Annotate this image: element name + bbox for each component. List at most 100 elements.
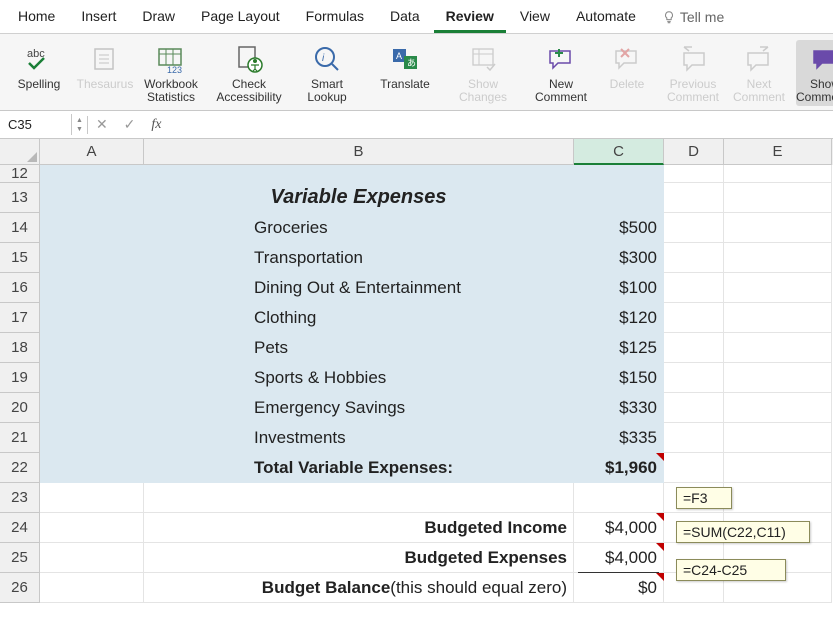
expense-label[interactable]: Clothing — [144, 303, 574, 333]
expense-label[interactable]: Sports & Hobbies — [144, 363, 574, 393]
spelling-button[interactable]: abc Spelling — [10, 40, 68, 93]
smart-lookup-button[interactable]: i Smart Lookup — [298, 40, 356, 106]
next-comment-button: Next Comment — [730, 40, 788, 106]
check-access-label: Check Accessibility — [216, 78, 281, 104]
row-header[interactable]: 16 — [0, 273, 40, 303]
row-header[interactable]: 24 — [0, 513, 40, 543]
delete-comment-button: Delete — [598, 40, 656, 93]
row-header[interactable]: 13 — [0, 183, 40, 213]
tab-page-layout[interactable]: Page Layout — [189, 3, 292, 33]
tab-draw[interactable]: Draw — [130, 3, 187, 33]
tab-insert[interactable]: Insert — [69, 3, 128, 33]
bulb-icon — [662, 10, 676, 24]
expense-amount[interactable]: $125 — [574, 333, 664, 363]
tell-me-search[interactable]: Tell me — [650, 3, 736, 33]
tab-review[interactable]: Review — [434, 3, 506, 33]
tab-view[interactable]: View — [508, 3, 562, 33]
row-header[interactable]: 25 — [0, 543, 40, 573]
expense-label[interactable]: Transportation — [144, 243, 574, 273]
workbook-stats-label: Workbook Statistics — [144, 78, 198, 104]
col-header-e[interactable]: E — [724, 139, 832, 165]
column-headers: A B C D E — [40, 139, 833, 165]
total-amount[interactable]: $1,960 — [574, 453, 664, 483]
new-comment-icon — [544, 42, 578, 76]
expense-amount[interactable]: $100 — [574, 273, 664, 303]
new-comment-button[interactable]: New Comment — [532, 40, 590, 106]
expense-label[interactable]: Emergency Savings — [144, 393, 574, 423]
row-headers: 12 13 14 15 16 17 18 19 20 21 22 23 24 2… — [0, 165, 40, 603]
tell-me-label: Tell me — [680, 9, 724, 25]
col-header-c[interactable]: C — [574, 139, 664, 165]
row-header[interactable]: 12 — [0, 165, 40, 183]
comment-marker[interactable] — [656, 573, 664, 581]
fx-enter-icon[interactable]: ✓ — [116, 116, 144, 133]
delete-icon — [610, 42, 644, 76]
section-title[interactable]: Variable Expenses — [144, 183, 574, 213]
tab-home[interactable]: Home — [6, 3, 67, 33]
svg-text:あ: あ — [407, 58, 416, 68]
row-header[interactable]: 22 — [0, 453, 40, 483]
name-box-stepper[interactable]: ▲▼ — [72, 116, 88, 134]
translate-label: Translate — [380, 78, 430, 91]
note-tooltip: =C24-C25 — [676, 559, 786, 581]
row-header[interactable]: 23 — [0, 483, 40, 513]
expense-amount[interactable]: $330 — [574, 393, 664, 423]
tab-automate[interactable]: Automate — [564, 3, 648, 33]
show-comments-label: Show Comments — [796, 78, 833, 104]
expense-amount[interactable]: $500 — [574, 213, 664, 243]
balance-label-bold: Budget Balance — [262, 578, 390, 598]
show-changes-label: Show Changes — [459, 78, 507, 104]
budget-expenses-label[interactable]: Budgeted Expenses — [144, 543, 574, 573]
new-comment-label: New Comment — [535, 78, 587, 104]
translate-icon: Aあ — [388, 42, 422, 76]
expense-label[interactable]: Groceries — [144, 213, 574, 243]
cells-area[interactable]: Variable Expenses Groceries$500 Transpor… — [40, 165, 832, 603]
row-header[interactable]: 15 — [0, 243, 40, 273]
expense-amount[interactable]: $335 — [574, 423, 664, 453]
svg-text:A: A — [396, 51, 402, 61]
tab-data[interactable]: Data — [378, 3, 432, 33]
col-header-b[interactable]: B — [144, 139, 574, 165]
col-header-a[interactable]: A — [40, 139, 144, 165]
budget-income-label[interactable]: Budgeted Income — [144, 513, 574, 543]
row-header[interactable]: 20 — [0, 393, 40, 423]
select-all-corner[interactable] — [0, 139, 40, 165]
next-comment-icon — [742, 42, 776, 76]
total-label[interactable]: Total Variable Expenses: — [144, 453, 574, 483]
row-header[interactable]: 14 — [0, 213, 40, 243]
fx-icon[interactable]: fx — [143, 117, 169, 133]
row-header[interactable]: 18 — [0, 333, 40, 363]
balance-amount[interactable]: $0 — [574, 573, 664, 603]
tab-formulas[interactable]: Formulas — [294, 3, 376, 33]
expense-label[interactable]: Dining Out & Entertainment — [144, 273, 574, 303]
workbook-stats-button[interactable]: 123 Workbook Statistics — [142, 40, 200, 106]
fx-cancel-icon[interactable]: ✕ — [88, 116, 116, 133]
balance-label[interactable]: Budget Balance (this should equal zero) — [144, 573, 574, 603]
comment-marker[interactable] — [656, 453, 664, 461]
accessibility-icon — [232, 42, 266, 76]
col-header-d[interactable]: D — [664, 139, 724, 165]
name-box[interactable]: C35 — [0, 114, 72, 135]
row-header[interactable]: 17 — [0, 303, 40, 333]
row-header[interactable]: 26 — [0, 573, 40, 603]
prev-comment-button: Previous Comment — [664, 40, 722, 106]
spelling-icon: abc — [22, 42, 56, 76]
expense-label[interactable]: Investments — [144, 423, 574, 453]
row-header[interactable]: 21 — [0, 423, 40, 453]
expense-amount[interactable]: $150 — [574, 363, 664, 393]
expense-amount[interactable]: $300 — [574, 243, 664, 273]
thesaurus-icon — [88, 42, 122, 76]
budget-income-amount[interactable]: $4,000 — [574, 513, 664, 543]
expense-amount[interactable]: $120 — [574, 303, 664, 333]
check-accessibility-button[interactable]: Check Accessibility — [220, 40, 278, 106]
budget-expenses-amount[interactable]: $4,000 — [574, 543, 664, 573]
prev-comment-label: Previous Comment — [667, 78, 719, 104]
show-comments-button[interactable]: Show Comments — [796, 40, 833, 106]
comment-marker[interactable] — [656, 543, 664, 551]
formula-input[interactable] — [170, 114, 833, 135]
row-header[interactable]: 19 — [0, 363, 40, 393]
comment-marker[interactable] — [656, 513, 664, 521]
expense-label[interactable]: Pets — [144, 333, 574, 363]
translate-button[interactable]: Aあ Translate — [376, 40, 434, 93]
smart-lookup-label: Smart Lookup — [307, 78, 346, 104]
